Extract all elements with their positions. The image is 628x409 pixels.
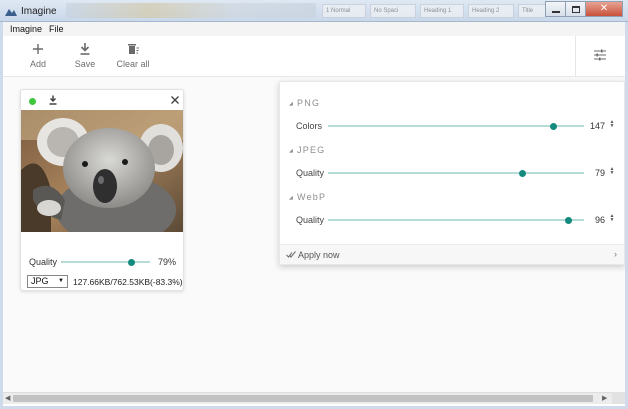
format-selected-value: JPG	[31, 276, 49, 286]
background-tab: Title	[518, 4, 546, 18]
close-icon[interactable]	[170, 95, 180, 105]
scroll-corner	[612, 392, 625, 404]
compression-settings-panel: ◢ PNG Colors 147 ▲ ▼ ◢ JPEG Quality 79 ▲ ▼ ◢…	[279, 81, 625, 265]
jpeg-quality-spinner[interactable]: ▲ ▼	[608, 167, 616, 176]
webp-quality-slider[interactable]	[328, 216, 584, 224]
quality-slider-handle[interactable]	[127, 258, 135, 266]
png-colors-slider[interactable]	[328, 122, 584, 130]
format-select[interactable]: JPG ▼	[27, 275, 68, 288]
window-controls: ✕	[545, 1, 623, 17]
settings-toggle-button[interactable]	[575, 36, 625, 77]
add-label: Add	[29, 59, 46, 69]
menu-imagine[interactable]: Imagine	[10, 24, 42, 34]
app-client-area: Add Save Clear all Quality 79% JPG ▼ 127…	[3, 36, 625, 404]
title-bar: Imagine 1 Normal No Spaci Heading 1 Head…	[0, 0, 628, 22]
download-icon[interactable]	[48, 95, 58, 105]
tune-icon	[594, 49, 606, 61]
collapse-triangle-icon: ◢	[289, 195, 295, 201]
close-icon: ✕	[599, 3, 609, 14]
minimize-icon	[552, 11, 560, 13]
plus-icon	[33, 44, 43, 54]
scroll-right-icon[interactable]: ▶	[602, 394, 607, 402]
png-colors-spinner[interactable]: ▲ ▼	[608, 120, 616, 129]
menu-bar: Imagine File	[3, 22, 625, 36]
trash-icon	[128, 44, 139, 54]
webp-section-header[interactable]: ◢ WebP	[289, 192, 326, 202]
collapse-triangle-icon: ◢	[289, 148, 295, 154]
webp-quality-label: Quality	[296, 215, 325, 225]
clear-all-label: Clear all	[116, 59, 150, 69]
download-icon	[80, 43, 90, 55]
quality-label: Quality	[29, 257, 58, 267]
jpeg-quality-slider[interactable]	[328, 169, 584, 177]
apply-now-label: Apply now	[298, 250, 340, 260]
save-button[interactable]: Save	[63, 42, 107, 69]
maximize-icon	[572, 6, 580, 13]
webp-quality-value: 96	[594, 215, 605, 225]
quality-value: 79%	[158, 257, 177, 267]
menu-file[interactable]: File	[49, 24, 64, 34]
dropdown-arrow-icon: ▼	[58, 278, 64, 284]
png-section-header[interactable]: ◢ PNG	[289, 98, 320, 108]
koala-thumbnail-image	[21, 110, 183, 232]
png-colors-value: 147	[589, 121, 605, 131]
background-tab: Heading 1	[420, 4, 464, 18]
jpeg-section-header[interactable]: ◢ JPEG	[289, 145, 325, 155]
scrollbar-thumb[interactable]	[13, 395, 593, 402]
chevron-right-icon: ›	[614, 249, 617, 259]
quality-slider[interactable]	[61, 258, 150, 266]
background-tab: 1 Normal	[322, 4, 366, 18]
status-indicator	[29, 98, 36, 105]
scroll-left-icon[interactable]: ◀	[5, 394, 10, 402]
jpeg-quality-value: 79	[594, 168, 605, 178]
webp-quality-slider-handle[interactable]	[565, 216, 573, 224]
close-window-button[interactable]: ✕	[585, 1, 623, 17]
webp-quality-spinner[interactable]: ▲ ▼	[608, 214, 616, 223]
app-logo-icon	[5, 9, 17, 16]
background-app-strip	[66, 3, 316, 18]
add-button[interactable]: Add	[16, 42, 60, 69]
toolbar: Add Save Clear all	[3, 36, 625, 77]
file-size-info: 127.66KB/762.53KB(-83.3%)	[73, 277, 183, 287]
background-tab: No Spaci	[370, 4, 416, 18]
collapse-triangle-icon: ◢	[289, 101, 295, 107]
clear-all-button[interactable]: Clear all	[110, 42, 156, 69]
image-card: Quality 79% JPG ▼ 127.66KB/762.53KB(-83.…	[20, 89, 184, 291]
window-title: Imagine	[21, 6, 57, 17]
save-label: Save	[74, 59, 96, 69]
horizontal-scrollbar[interactable]: ◀ ▶	[3, 392, 612, 404]
png-colors-slider-handle[interactable]	[549, 122, 557, 130]
check-icon	[286, 251, 296, 258]
maximize-button[interactable]	[565, 1, 585, 17]
apply-now-bar[interactable]: Apply now ›	[280, 244, 624, 264]
background-tab: Heading 2	[468, 4, 514, 18]
png-colors-label: Colors	[296, 121, 323, 131]
jpeg-quality-label: Quality	[296, 168, 325, 178]
jpeg-quality-slider-handle[interactable]	[519, 169, 527, 177]
minimize-button[interactable]	[545, 1, 565, 17]
